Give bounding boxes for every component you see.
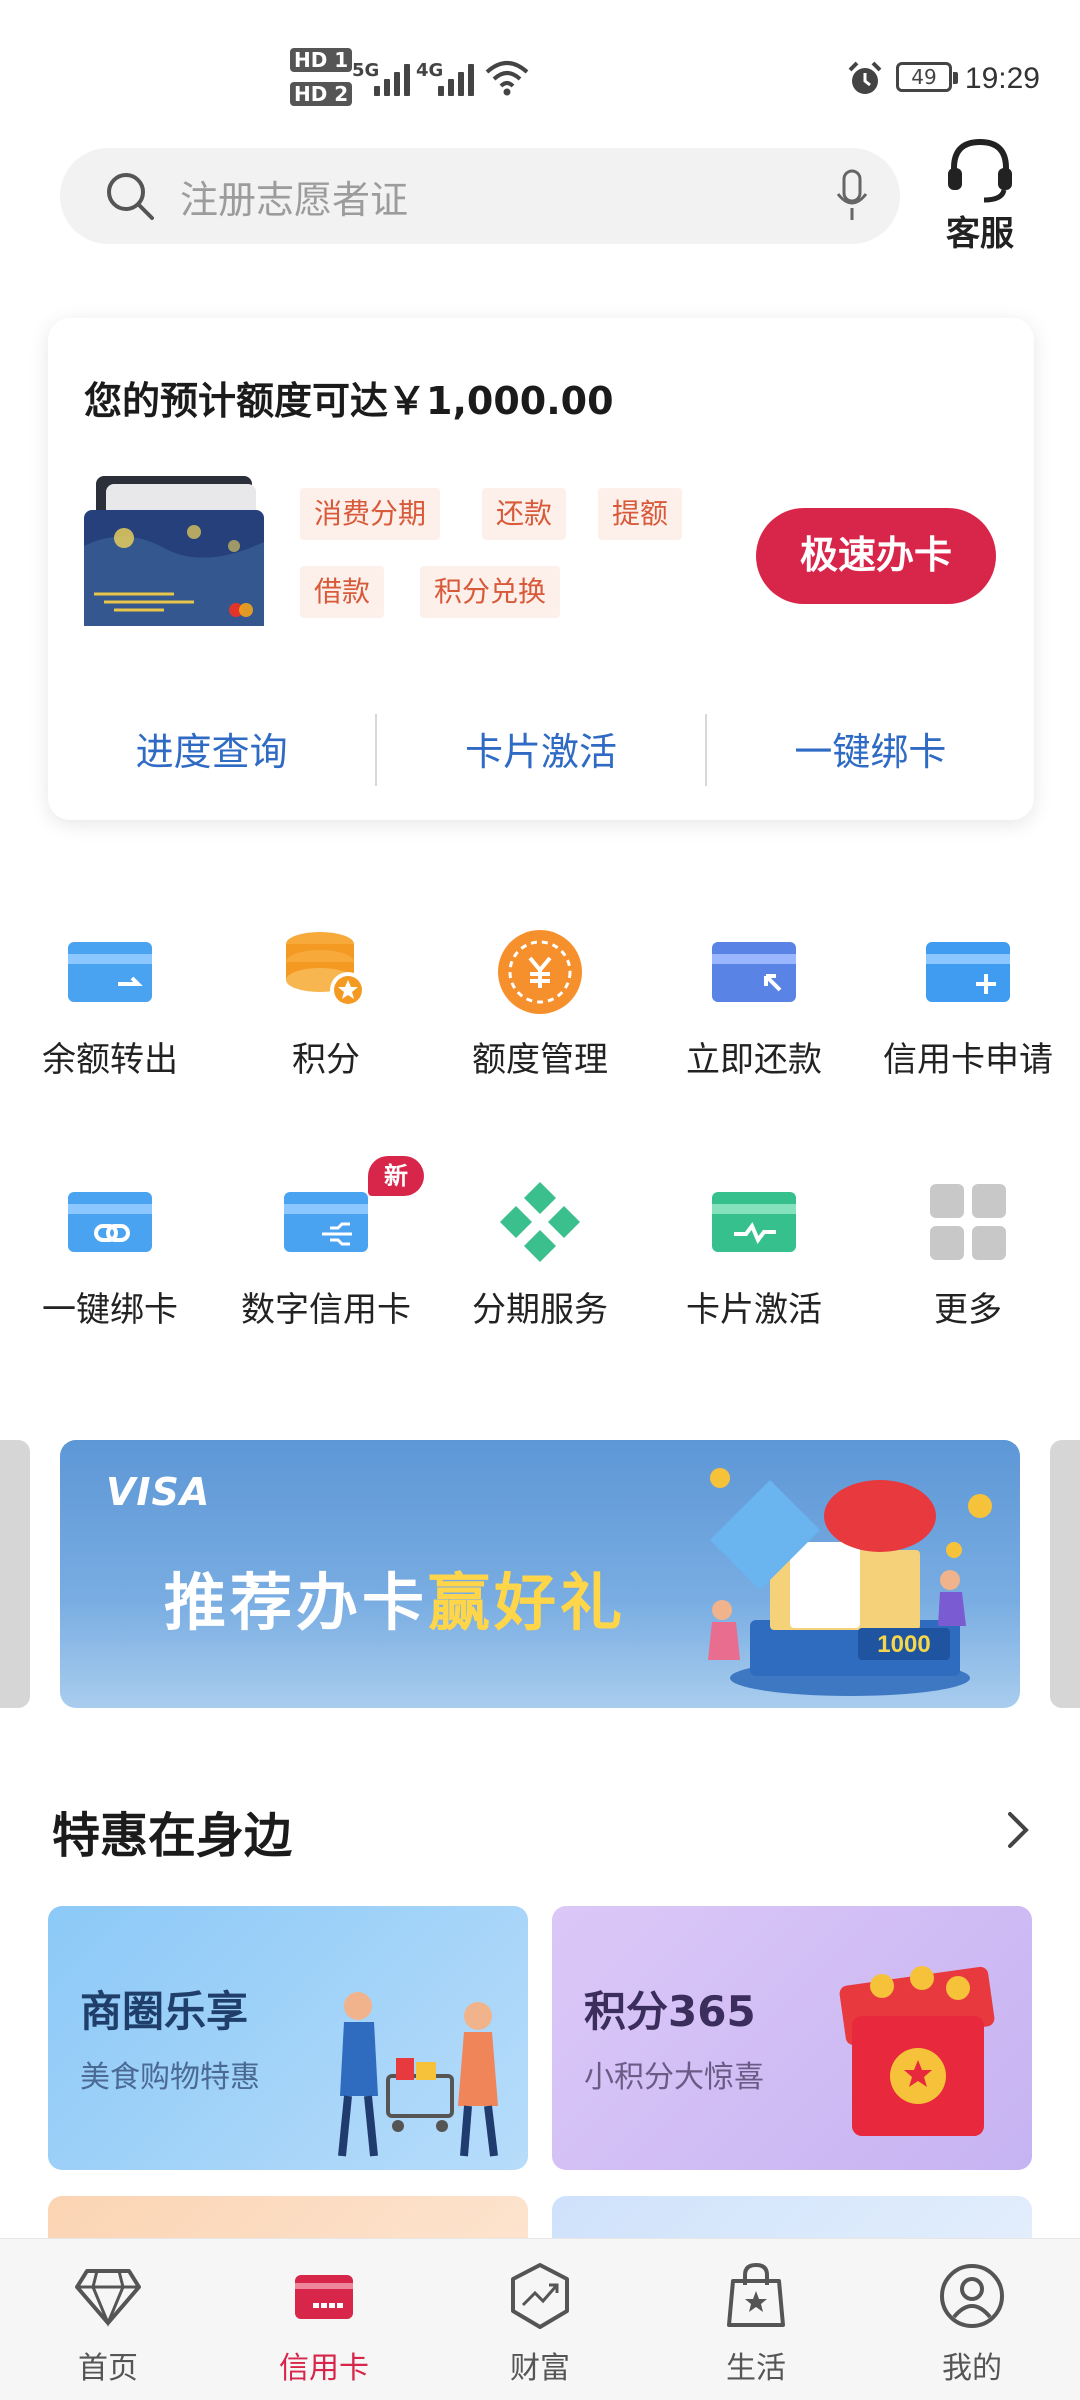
service-label: 更多 [934, 1290, 1002, 1330]
user-icon [940, 2264, 1004, 2328]
nav-mine[interactable]: 我的 [864, 2239, 1080, 2400]
service-label: 立即还款 [686, 1040, 822, 1080]
chevron-right-icon[interactable] [1000, 1808, 1036, 1852]
wealth-chart-icon [511, 2263, 569, 2329]
shopping-bag-icon [727, 2262, 785, 2327]
search-bar[interactable]: 注册志愿者证 [60, 148, 900, 244]
promo-card-points365[interactable]: 积分365 小积分大惊喜 [552, 1906, 1032, 2170]
nav-label: 信用卡 [279, 2351, 369, 2386]
customer-service-label: 客服 [946, 214, 1014, 254]
promo-subtitle: 美食购物特惠 [80, 2060, 260, 2095]
nav-life[interactable]: 生活 [648, 2239, 864, 2400]
bottom-navigation: 首页 信用卡 财富 生活 我的 [0, 2238, 1080, 2400]
credit-card-icon [295, 2275, 353, 2319]
wifi-icon [485, 61, 529, 96]
alarm-icon [848, 61, 882, 94]
service-installment[interactable]: 分期服务 [432, 1178, 648, 1378]
points-coins-icon [286, 932, 366, 1008]
service-label: 卡片激活 [686, 1290, 822, 1330]
promo-title: 商圈乐享 [80, 1987, 249, 2036]
nav-label: 我的 [942, 2351, 1002, 2386]
service-label: 一键绑卡 [42, 1290, 178, 1330]
credit-card-image [84, 476, 264, 626]
service-label: 信用卡申请 [883, 1040, 1053, 1080]
section-title: 特惠在身边 [52, 1808, 293, 1864]
service-more[interactable]: 更多 [860, 1178, 1076, 1378]
new-badge: 新 [368, 1156, 424, 1196]
nav-wealth[interactable]: 财富 [432, 2239, 648, 2400]
service-limit-management[interactable]: 额度管理 [432, 928, 648, 1128]
tag-installment[interactable]: 消费分期 [300, 488, 441, 540]
microphone-icon[interactable] [834, 168, 870, 224]
card-transfer-icon [68, 942, 152, 1002]
banner-amount: 1000 [877, 1631, 930, 1658]
sim2-indicator: HD 2 [290, 82, 353, 106]
service-card-activate[interactable]: 卡片激活 [646, 1178, 862, 1378]
tag-loan[interactable]: 借款 [300, 566, 385, 618]
service-card-apply[interactable]: 信用卡申请 [860, 928, 1076, 1128]
red-envelope-illustration [839, 1966, 995, 2136]
search-icon [107, 173, 154, 220]
nav-label: 财富 [510, 2351, 570, 2386]
gift-box-illustration: 1000 [708, 1468, 992, 1696]
progress-query-link[interactable]: 进度查询 [48, 714, 375, 790]
banner-prev-peek[interactable] [0, 1440, 30, 1708]
service-label: 积分 [292, 1040, 360, 1080]
headset-icon [948, 138, 1012, 203]
diamond-icon [75, 2269, 141, 2327]
panel-links: 进度查询 卡片激活 一键绑卡 [48, 714, 1034, 790]
apply-card-button[interactable]: 极速办卡 [756, 508, 996, 604]
promo-card-business-district[interactable]: 商圈乐享 美食购物特惠 [48, 1906, 528, 2170]
signal-2-icon [438, 62, 474, 96]
more-grid-icon [930, 1184, 1006, 1260]
promo-subtitle: 小积分大惊喜 [584, 2060, 764, 2095]
service-points[interactable]: 积分 [218, 928, 434, 1128]
service-balance-transfer[interactable]: 余额转出 [2, 928, 218, 1128]
service-label: 数字信用卡 [241, 1290, 411, 1330]
banner-title: 推荐办卡赢好礼 [164, 1552, 626, 1642]
yuan-coin-icon [498, 930, 582, 1014]
promo-title: 积分365 [584, 1987, 756, 2036]
bind-card-link[interactable]: 一键绑卡 [707, 714, 1034, 790]
card-link-icon [68, 1192, 152, 1252]
nav-label: 生活 [726, 2351, 786, 2386]
nav-credit-card[interactable]: 信用卡 [216, 2239, 432, 2400]
search-placeholder: 注册志愿者证 [180, 177, 409, 222]
service-label: 额度管理 [472, 1040, 608, 1080]
card-activation-link[interactable]: 卡片激活 [377, 714, 704, 790]
service-digital-card[interactable]: 数字信用卡 [218, 1178, 434, 1378]
signal-1-icon [374, 62, 410, 96]
digital-card-icon [284, 1192, 368, 1252]
tag-points-exchange[interactable]: 积分兑换 [420, 566, 561, 618]
status-bar: HD 1 HD 2 5G 4G 49 19:29 [0, 0, 1080, 140]
sim1-indicator: HD 1 [290, 48, 353, 72]
credit-card-panel: 您的预计额度可达￥1,000.00 消费分期 还款 提额 借款 积分兑换 极速办… [48, 318, 1034, 820]
shopping-people-illustration [338, 1992, 498, 2157]
card-add-icon [926, 942, 1010, 1002]
battery-indicator: 49 [896, 62, 958, 92]
banner-title-main: 推荐办卡 [164, 1566, 429, 1639]
service-bind-card[interactable]: 一键绑卡 [2, 1178, 218, 1378]
banner-title-highlight: 赢好礼 [428, 1566, 627, 1639]
nav-home[interactable]: 首页 [0, 2239, 216, 2400]
service-label: 分期服务 [472, 1290, 608, 1330]
card-repay-icon [712, 942, 796, 1002]
tag-repay[interactable]: 还款 [482, 488, 567, 540]
installment-diamond-icon [500, 1182, 580, 1262]
quota-text: 您的预计额度可达￥1,000.00 [84, 379, 614, 423]
promo-banner[interactable]: VISA 推荐办卡赢好礼 1000 [60, 1440, 1020, 1708]
customer-service-button[interactable]: 客服 [930, 136, 1030, 256]
status-time: 19:29 [964, 62, 1040, 95]
nav-label: 首页 [78, 2351, 138, 2386]
visa-logo: VISA [106, 1470, 211, 1514]
tag-raise-limit[interactable]: 提额 [598, 488, 683, 540]
card-activate-icon [712, 1192, 796, 1252]
service-label: 余额转出 [42, 1040, 178, 1080]
service-repay-now[interactable]: 立即还款 [646, 928, 862, 1128]
banner-next-peek[interactable] [1050, 1440, 1080, 1708]
